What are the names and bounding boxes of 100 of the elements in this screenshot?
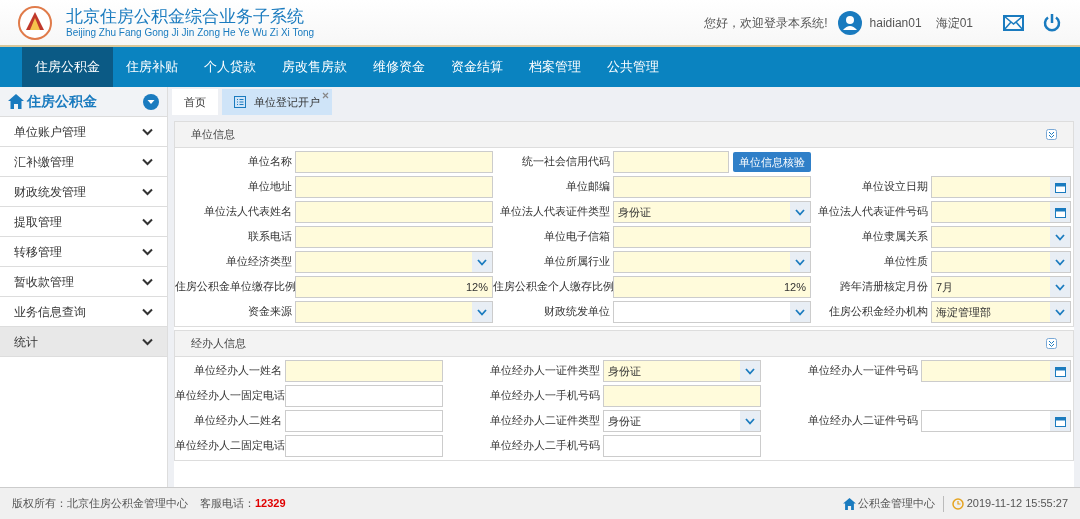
- sidebar-item[interactable]: 统计: [0, 327, 167, 357]
- input-field[interactable]: [295, 201, 493, 223]
- input-field[interactable]: [295, 151, 493, 173]
- tab[interactable]: 首页: [172, 89, 218, 115]
- field-label: 单位经办人一姓名: [193, 363, 283, 379]
- copyright-text: 版权所有：北京住房公积金管理中心: [12, 496, 188, 512]
- select-field[interactable]: 身份证: [603, 360, 761, 382]
- collapse-icon[interactable]: [1046, 338, 1057, 349]
- calendar-icon[interactable]: [1050, 202, 1070, 222]
- field-label: 单位法人代表姓名: [203, 204, 293, 220]
- clock-icon: [951, 497, 964, 510]
- collapse-icon[interactable]: [1046, 129, 1057, 140]
- nav-tab[interactable]: 房改售房款: [269, 47, 360, 87]
- field-label: 单位邮编: [565, 179, 611, 195]
- section-header: 单位信息: [175, 122, 1073, 148]
- field-label: 住房公积金经办机构: [828, 304, 929, 320]
- calendar-icon[interactable]: [1050, 177, 1070, 197]
- input-field[interactable]: [613, 176, 811, 198]
- calendar-icon[interactable]: [1050, 361, 1070, 381]
- field-label: 单位法人代表证件号码: [817, 204, 929, 220]
- field-label: 单位经办人一手机号码: [489, 388, 601, 404]
- input-field[interactable]: [295, 226, 493, 248]
- mail-icon[interactable]: [1003, 14, 1024, 31]
- input-field[interactable]: 12%: [613, 276, 811, 298]
- input-field[interactable]: [603, 435, 761, 457]
- field-label: 单位名称: [247, 154, 293, 170]
- input-field[interactable]: [285, 435, 443, 457]
- field-label: 单位经办人二固定电话: [175, 438, 285, 454]
- select-field[interactable]: [931, 251, 1071, 273]
- select-field[interactable]: 海淀管理部: [931, 301, 1071, 323]
- field-label: 单位电子信箱: [543, 229, 611, 245]
- date-field[interactable]: [931, 176, 1071, 198]
- nav-tab[interactable]: 维修资金: [360, 47, 438, 87]
- select-field[interactable]: [613, 301, 811, 323]
- select-field[interactable]: [931, 226, 1071, 248]
- field-label: 资金来源: [247, 304, 293, 320]
- hotline-number: 12329: [255, 496, 286, 512]
- username: haidian01: [869, 14, 922, 32]
- date-field[interactable]: [921, 360, 1071, 382]
- greeting-text: 您好，欢迎登录本系统!: [704, 14, 828, 32]
- system-title: 北京住房公积金综合业务子系统: [66, 6, 305, 27]
- input-field[interactable]: 12%: [295, 276, 493, 298]
- verify-button[interactable]: 单位信息核验: [733, 152, 811, 172]
- chevron-down-icon: [142, 277, 153, 286]
- field-label: 单位经办人一证件号码: [807, 363, 919, 379]
- field-label: 单位经办人二证件号码: [807, 413, 919, 429]
- field-label: 住房公积金个人缴存比例: [493, 279, 613, 295]
- field-label: 单位性质: [883, 254, 929, 270]
- calendar-icon[interactable]: [1050, 411, 1070, 431]
- dropdown-icon[interactable]: [143, 93, 159, 110]
- select-field[interactable]: [613, 251, 811, 273]
- datetime-text: 2019-11-12 15:55:27: [966, 496, 1068, 512]
- org-name: 海淀01: [935, 14, 973, 32]
- select-field[interactable]: 身份证: [603, 410, 761, 432]
- nav-tab[interactable]: 档案管理: [516, 47, 594, 87]
- input-field[interactable]: [295, 176, 493, 198]
- field-label: 统一社会信用代码: [521, 154, 611, 170]
- chevron-down-icon: [142, 247, 153, 256]
- list-icon: [234, 96, 246, 108]
- chevron-down-icon: [142, 307, 153, 316]
- field-label: 联系电话: [247, 229, 293, 245]
- chevron-down-icon: [142, 127, 153, 136]
- tab[interactable]: 单位登记开户: [222, 89, 332, 115]
- nav-tab[interactable]: 公共管理: [594, 47, 672, 87]
- power-icon[interactable]: [1042, 12, 1062, 33]
- chevron-down-icon: [142, 187, 153, 196]
- sidebar-title: 住房公积金: [27, 92, 97, 111]
- select-field[interactable]: [295, 251, 493, 273]
- nav-tab[interactable]: 住房补贴: [113, 47, 191, 87]
- system-subtitle: Beijing Zhu Fang Gong Ji Jin Zong He Ye Wu Zi Xi Tong: [66, 26, 315, 39]
- select-field[interactable]: 7月: [931, 276, 1071, 298]
- input-field[interactable]: [285, 410, 443, 432]
- field-label: 单位经济类型: [225, 254, 293, 270]
- input-field[interactable]: [613, 151, 729, 173]
- input-field[interactable]: [285, 360, 443, 382]
- select-field[interactable]: [295, 301, 493, 323]
- input-field[interactable]: [613, 226, 811, 248]
- nav-tab[interactable]: 住房公积金: [22, 47, 113, 87]
- field-label: 跨年清册核定月份: [839, 279, 929, 295]
- field-label: 单位隶属关系: [861, 229, 929, 245]
- field-label: 单位经办人一证件类型: [489, 363, 601, 379]
- input-field[interactable]: [603, 385, 761, 407]
- close-icon[interactable]: [322, 92, 329, 99]
- field-label: 住房公积金单位缴存比例: [175, 279, 295, 295]
- nav-tab[interactable]: 资金结算: [438, 47, 516, 87]
- section-header: 经办人信息: [175, 331, 1073, 357]
- home-icon: [842, 497, 856, 510]
- logo-icon: [18, 5, 52, 40]
- hotline-label: 客服电话：: [200, 496, 255, 512]
- avatar-icon: [837, 10, 862, 35]
- date-field[interactable]: [931, 201, 1071, 223]
- chevron-down-icon: [142, 157, 153, 166]
- select-field[interactable]: 身份证: [613, 201, 811, 223]
- input-field[interactable]: [285, 385, 443, 407]
- field-label: 单位所属行业: [543, 254, 611, 270]
- nav-tab[interactable]: 个人贷款: [191, 47, 269, 87]
- date-field[interactable]: [921, 410, 1071, 432]
- chevron-down-icon: [142, 337, 153, 346]
- home-icon: [8, 94, 24, 109]
- field-label: 单位法人代表证件类型: [499, 204, 611, 220]
